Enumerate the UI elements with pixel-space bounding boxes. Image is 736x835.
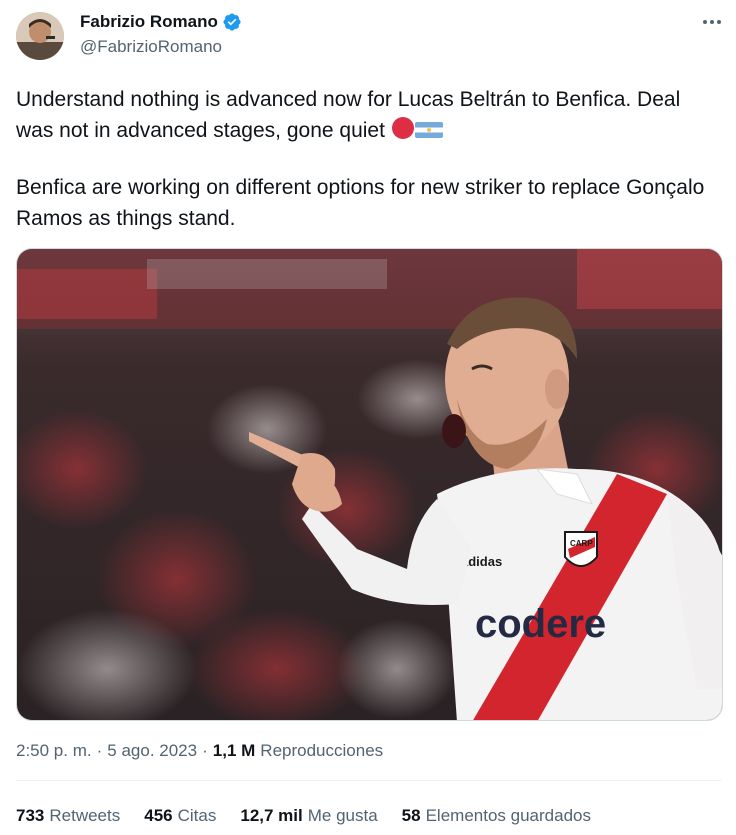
author-handle[interactable]: @FabrizioRomano xyxy=(80,37,222,57)
quotes-stat[interactable]: 456 Citas xyxy=(144,806,216,826)
tweet-date[interactable]: 5 ago. 2023 xyxy=(107,741,197,761)
retweets-label: Retweets xyxy=(49,806,121,825)
avatar[interactable] xyxy=(16,12,64,60)
more-options-icon[interactable] xyxy=(698,12,726,32)
tweet-text-paragraph-2: Benfica are working on different options… xyxy=(16,176,705,230)
argentina-flag-emoji-icon xyxy=(414,118,443,149)
quotes-label: Citas xyxy=(177,806,217,825)
red-circle-emoji-icon xyxy=(391,116,415,149)
views-label: Reproducciones xyxy=(260,741,384,760)
shirt-sponsor-text: codere xyxy=(475,602,606,646)
likes-stat[interactable]: 12,7 mil Me gusta xyxy=(240,806,377,826)
tweet-text-paragraph-1: Understand nothing is advanced now for L… xyxy=(16,84,722,149)
views-count: 1,1 M xyxy=(212,741,256,760)
likes-label: Me gusta xyxy=(307,806,378,825)
tweet-text-1: Understand nothing is advanced now for L… xyxy=(16,88,681,142)
svg-text:CARP: CARP xyxy=(570,539,593,548)
retweets-count: 733 xyxy=(16,806,45,825)
avatar-image xyxy=(16,12,64,60)
bookmarks-stat[interactable]: 58 Elementos guardados xyxy=(402,806,591,826)
divider xyxy=(16,780,722,781)
author-name-row: Fabrizio Romano xyxy=(80,11,242,33)
meta-separator: · xyxy=(96,741,103,760)
tweet-stats: 733 Retweets 456 Citas 12,7 mil Me gusta… xyxy=(16,806,591,826)
quotes-count: 456 xyxy=(144,806,173,825)
meta-separator-2: · xyxy=(202,741,208,760)
retweets-stat[interactable]: 733 Retweets xyxy=(16,806,120,826)
player-celebration-image: CARP adidas codere xyxy=(17,249,722,720)
tweet-photo[interactable]: CARP adidas codere xyxy=(16,248,723,721)
bookmarks-label: Elementos guardados xyxy=(425,806,591,825)
author-name[interactable]: Fabrizio Romano xyxy=(80,12,218,32)
verified-badge-icon xyxy=(222,12,242,32)
tweet-time[interactable]: 2:50 p. m. xyxy=(16,741,92,761)
likes-count: 12,7 mil xyxy=(240,806,303,825)
bookmarks-count: 58 xyxy=(401,806,421,825)
tweet-meta: 2:50 p. m. · 5 ago. 2023 · 1,1 M Reprodu… xyxy=(16,741,383,761)
